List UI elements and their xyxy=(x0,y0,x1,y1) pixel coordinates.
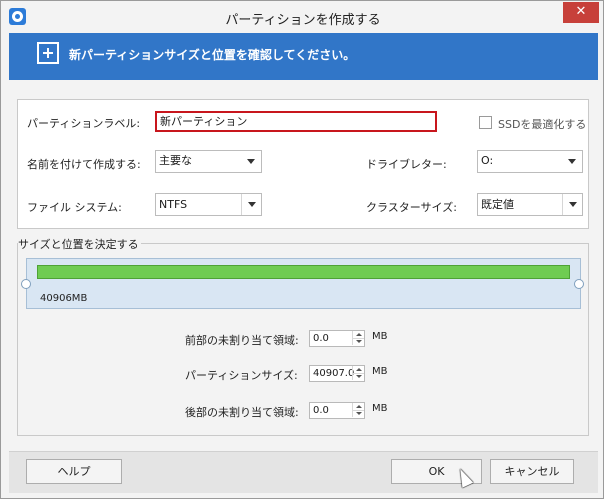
spin-down-icon[interactable] xyxy=(352,410,364,417)
partition-size-value: 40907.0 xyxy=(313,368,355,379)
unallocated-before-label: 前部の未割り当て領域: xyxy=(185,334,299,347)
partition-size-label: パーティションサイズ: xyxy=(185,369,298,382)
partition-label-input[interactable]: 新パーティション xyxy=(155,111,437,132)
ssd-optimize-checkbox[interactable] xyxy=(479,116,492,129)
spin-down-icon[interactable] xyxy=(352,373,364,380)
partition-size-input[interactable]: 40907.0 xyxy=(309,365,365,382)
drive-letter-select[interactable]: O: xyxy=(477,150,583,173)
spin-up-icon[interactable] xyxy=(352,331,364,338)
help-button[interactable]: ヘルプ xyxy=(26,459,122,484)
unit-label: MB xyxy=(372,403,388,414)
file-system-label: ファイル システム: xyxy=(27,201,122,214)
title-bar: パーティションを作成する ✕ xyxy=(1,1,603,33)
window-title: パーティションを作成する xyxy=(225,13,381,28)
banner-text: 新パーティションサイズと位置を確認してください。 xyxy=(69,48,356,62)
right-resize-handle[interactable] xyxy=(574,279,584,289)
spin-up-icon[interactable] xyxy=(352,366,364,373)
close-button[interactable]: ✕ xyxy=(563,2,599,23)
spin-up-icon[interactable] xyxy=(352,403,364,410)
chevron-down-icon xyxy=(562,194,582,215)
spin-down-icon[interactable] xyxy=(352,338,364,345)
file-system-select[interactable]: NTFS xyxy=(155,193,262,216)
chevron-down-icon xyxy=(241,194,261,215)
ssd-optimize-label: SSDを最適化する xyxy=(498,118,587,131)
button-bar: ヘルプ OK キャンセル xyxy=(9,451,598,493)
cancel-button[interactable]: キャンセル xyxy=(490,459,574,484)
unallocated-after-value: 0.0 xyxy=(313,405,329,416)
unallocated-after-label: 後部の未割り当て領域: xyxy=(185,406,299,419)
unit-label: MB xyxy=(372,366,388,377)
drive-letter-value: O: xyxy=(481,154,494,167)
disk-map: 40906MB xyxy=(26,258,581,309)
plus-icon xyxy=(37,42,59,64)
size-location-title: サイズと位置を決定する xyxy=(18,236,141,252)
create-partition-dialog: パーティションを作成する ✕ 新パーティションサイズと位置を確認してください。 … xyxy=(0,0,604,499)
unallocated-before-input[interactable]: 0.0 xyxy=(309,330,365,347)
header-banner: 新パーティションサイズと位置を確認してください。 xyxy=(9,33,598,80)
create-as-select[interactable]: 主要な xyxy=(155,150,262,173)
disk-size-text: 40906MB xyxy=(40,293,88,304)
group-divider xyxy=(141,243,589,244)
drive-letter-label: ドライブレター: xyxy=(366,158,447,171)
partition-label-label: パーティションラベル: xyxy=(27,117,141,130)
file-system-value: NTFS xyxy=(159,198,188,211)
unit-label: MB xyxy=(372,331,388,342)
cluster-size-select[interactable]: 既定値 xyxy=(477,193,583,216)
left-resize-handle[interactable] xyxy=(21,279,31,289)
cluster-size-label: クラスターサイズ: xyxy=(366,201,457,214)
cluster-size-value: 既定値 xyxy=(481,198,514,211)
create-as-value: 主要な xyxy=(159,154,192,167)
unallocated-after-input[interactable]: 0.0 xyxy=(309,402,365,419)
partition-bar[interactable] xyxy=(37,265,570,279)
create-as-label: 名前を付けて作成する: xyxy=(27,158,141,171)
chevron-down-icon xyxy=(562,151,582,172)
unallocated-before-value: 0.0 xyxy=(313,333,329,344)
chevron-down-icon xyxy=(241,151,261,172)
